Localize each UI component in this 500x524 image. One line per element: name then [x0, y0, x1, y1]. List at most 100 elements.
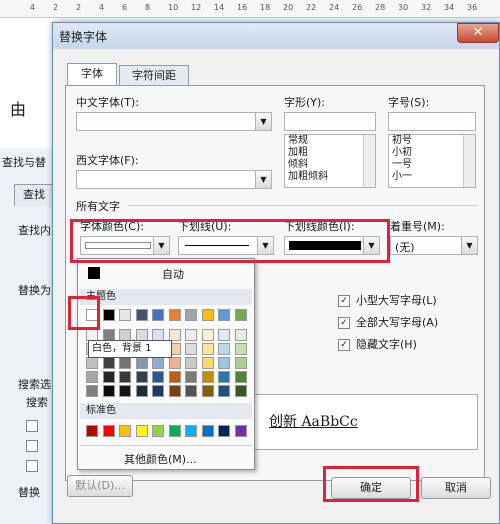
- theme-shade-swatch[interactable]: [152, 371, 164, 383]
- theme-shade-swatch[interactable]: [185, 329, 197, 341]
- close-icon[interactable]: ✕: [457, 23, 499, 43]
- theme-shade-swatch[interactable]: [102, 357, 115, 369]
- theme-shade-swatch[interactable]: [218, 343, 230, 355]
- theme-color-swatch[interactable]: [135, 309, 148, 321]
- cancel-button[interactable]: 取消: [421, 477, 491, 499]
- theme-color-swatch[interactable]: [234, 309, 247, 321]
- size-input[interactable]: [388, 112, 476, 131]
- list-item[interactable]: 倾斜: [285, 159, 375, 171]
- west-font-select[interactable]: ▼: [76, 170, 272, 189]
- theme-shade-swatch[interactable]: [168, 371, 181, 383]
- standard-color-swatch[interactable]: [218, 425, 230, 437]
- checkbox[interactable]: ✓: [338, 339, 350, 351]
- emphasis-select[interactable]: (无) ▼: [390, 236, 478, 255]
- theme-shade-swatch[interactable]: [135, 371, 148, 383]
- bg-checkbox-2[interactable]: [26, 440, 38, 452]
- theme-color-swatch[interactable]: [218, 309, 230, 321]
- theme-shade-swatch[interactable]: [152, 357, 164, 369]
- cn-font-select[interactable]: ▼: [76, 112, 272, 131]
- tab-font[interactable]: 字体: [67, 63, 117, 87]
- ruler-mark: 28: [375, 3, 386, 12]
- theme-shade-swatch[interactable]: [218, 357, 230, 369]
- theme-color-swatch[interactable]: [86, 309, 98, 321]
- theme-shade-swatch[interactable]: [201, 329, 214, 341]
- list-item[interactable]: 加粗倾斜: [285, 171, 375, 183]
- theme-color-swatch[interactable]: [185, 309, 197, 321]
- standard-color-swatch[interactable]: [86, 425, 98, 437]
- theme-shade-swatch[interactable]: [135, 385, 148, 397]
- theme-shade-swatch[interactable]: [234, 385, 247, 397]
- theme-shade-swatch[interactable]: [119, 371, 131, 383]
- theme-color-swatch[interactable]: [102, 309, 115, 321]
- theme-shade-swatch[interactable]: [168, 357, 181, 369]
- standard-color-swatch[interactable]: [168, 425, 181, 437]
- theme-shade-swatch[interactable]: [201, 385, 214, 397]
- theme-shade-swatch[interactable]: [234, 357, 247, 369]
- ruler-mark: 2: [53, 3, 59, 12]
- standard-color-swatch[interactable]: [234, 425, 247, 437]
- theme-shade-swatch[interactable]: [234, 329, 247, 341]
- style-input[interactable]: [284, 112, 376, 131]
- theme-shade-swatch[interactable]: [185, 385, 197, 397]
- scrollbar[interactable]: [363, 135, 375, 187]
- replace-button-label: 替换: [18, 486, 40, 499]
- divider: [80, 445, 252, 446]
- theme-shade-swatch[interactable]: [234, 371, 247, 383]
- standard-color-swatch[interactable]: [185, 425, 197, 437]
- chevron-down-icon: ▼: [255, 113, 271, 130]
- theme-shade-swatch[interactable]: [86, 385, 98, 397]
- scrollbar[interactable]: [463, 135, 475, 187]
- theme-shade-swatch[interactable]: [86, 371, 98, 383]
- standard-color-swatch[interactable]: [119, 425, 131, 437]
- theme-shade-swatch[interactable]: [201, 371, 214, 383]
- effect-allcaps[interactable]: ✓ 全部大写字母(A): [338, 314, 438, 330]
- theme-shade-swatch[interactable]: [102, 371, 115, 383]
- style-list[interactable]: 常规 加粗 倾斜 加粗倾斜: [284, 134, 376, 188]
- checkbox[interactable]: ✓: [338, 295, 350, 307]
- theme-shade-swatch[interactable]: [218, 329, 230, 341]
- theme-color-swatch[interactable]: [119, 309, 131, 321]
- find-tab[interactable]: 查找: [14, 184, 54, 206]
- more-colors-option[interactable]: 其他颜色(M)...: [124, 451, 197, 467]
- theme-color-swatch[interactable]: [152, 309, 164, 321]
- bg-checkbox-3[interactable]: [26, 460, 38, 472]
- standard-color-swatch[interactable]: [135, 425, 148, 437]
- ruler-mark: 24: [329, 3, 340, 12]
- standard-color-swatch[interactable]: [201, 425, 214, 437]
- size-list[interactable]: 初号 小初 一号 小一: [388, 134, 476, 188]
- theme-shade-swatch[interactable]: [201, 357, 214, 369]
- font-color-select[interactable]: ▼: [80, 236, 170, 255]
- effect-hidden[interactable]: ✓ 隐藏文字(H): [338, 336, 417, 352]
- theme-shade-swatch[interactable]: [119, 385, 131, 397]
- auto-color-option[interactable]: 自动: [162, 266, 184, 282]
- underline-color-select[interactable]: ▼: [284, 236, 380, 255]
- theme-shade-swatch[interactable]: [152, 385, 164, 397]
- theme-color-swatch[interactable]: [201, 309, 214, 321]
- list-item[interactable]: 加粗: [285, 147, 375, 159]
- theme-shade-swatch[interactable]: [119, 357, 131, 369]
- list-item[interactable]: 常规: [285, 135, 375, 147]
- standard-color-swatch[interactable]: [152, 425, 164, 437]
- document-text: 由: [10, 100, 27, 119]
- theme-shade-swatch[interactable]: [135, 357, 148, 369]
- theme-shade-swatch[interactable]: [168, 385, 181, 397]
- theme-shade-swatch[interactable]: [218, 371, 230, 383]
- ok-button[interactable]: 确定: [331, 477, 411, 499]
- underline-select[interactable]: ▼: [178, 236, 274, 255]
- theme-shade-swatch[interactable]: [102, 385, 115, 397]
- theme-shade-swatch[interactable]: [234, 343, 247, 355]
- theme-shade-swatch[interactable]: [201, 343, 214, 355]
- theme-shade-swatch[interactable]: [185, 371, 197, 383]
- default-button[interactable]: 默认(D)...: [67, 475, 133, 497]
- standard-color-swatch[interactable]: [102, 425, 115, 437]
- tab-char-spacing[interactable]: 字符间距: [119, 65, 189, 87]
- theme-shade-swatch[interactable]: [185, 343, 197, 355]
- bg-checkbox-1[interactable]: [26, 420, 38, 432]
- theme-color-swatch[interactable]: [168, 309, 181, 321]
- theme-shade-swatch[interactable]: [86, 357, 98, 369]
- checkbox[interactable]: ✓: [338, 317, 350, 329]
- effect-smallcaps[interactable]: ✓ 小型大写字母(L): [338, 292, 437, 308]
- theme-shade-swatch[interactable]: [218, 385, 230, 397]
- auto-color-swatch[interactable]: [88, 267, 100, 279]
- theme-shade-swatch[interactable]: [185, 357, 197, 369]
